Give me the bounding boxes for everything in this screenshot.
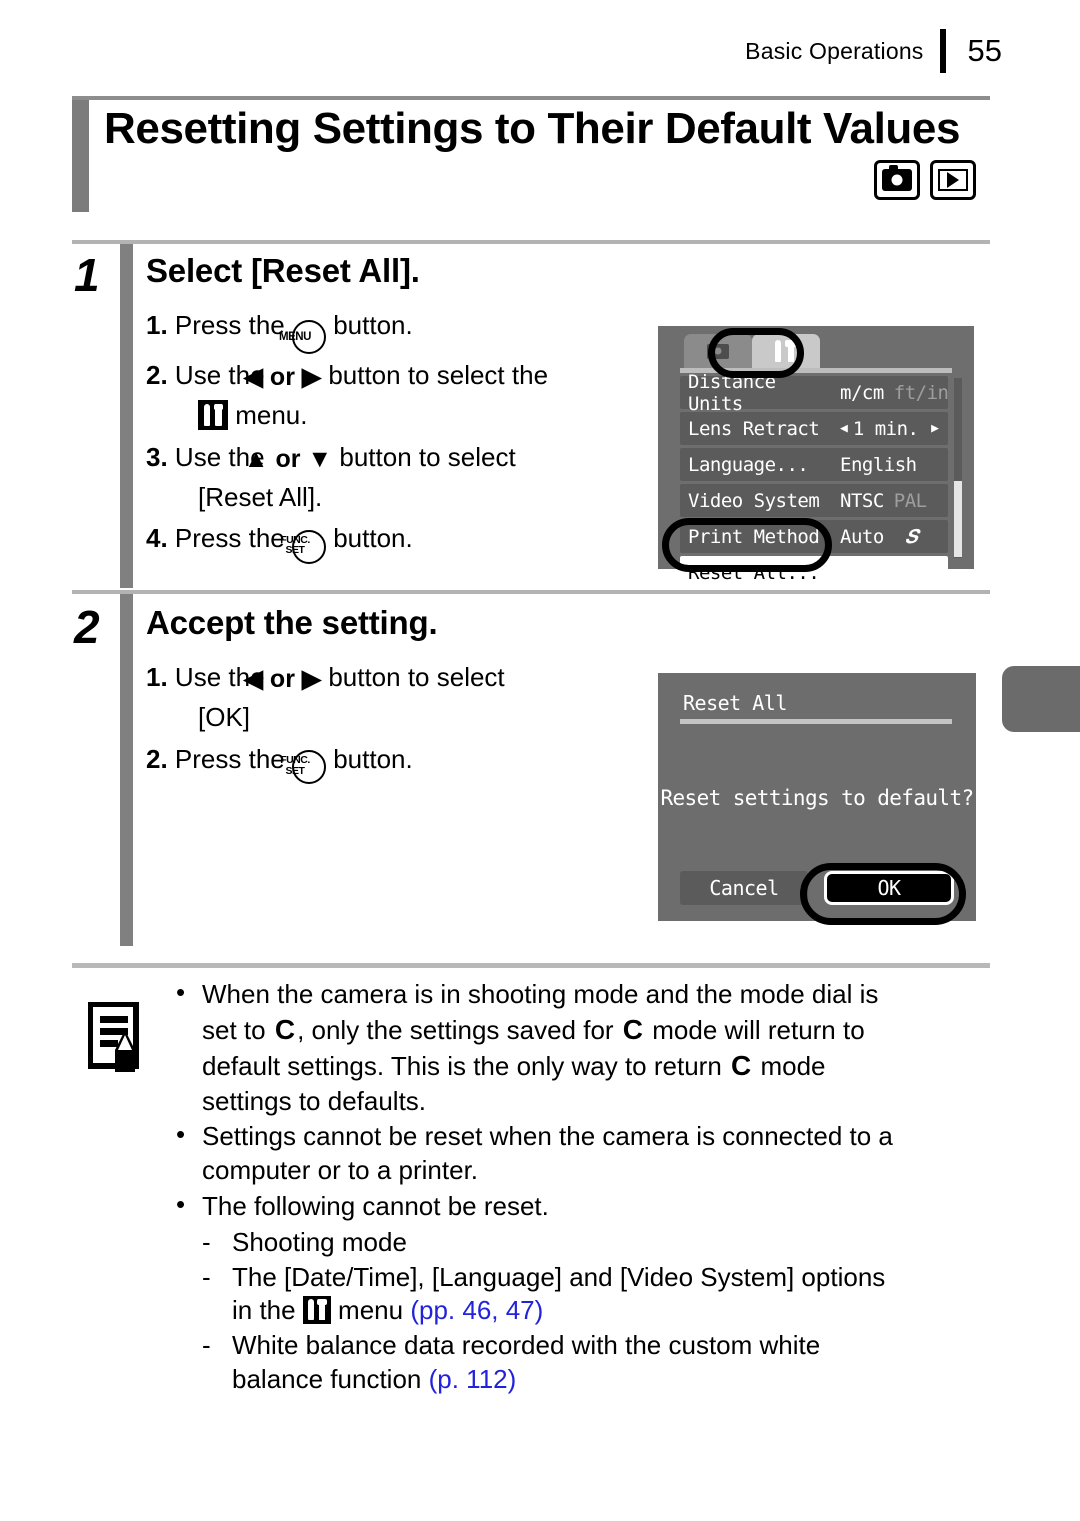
step-1-heading: Select [Reset All]. — [146, 252, 420, 289]
menu-row-list: Distance Units m/cm ft/in Lens Retract ◀… — [680, 371, 949, 593]
note-icon — [88, 1002, 139, 1072]
step-2-item-1: 1. Use the ◀ or ▶ button to select [OK] — [146, 662, 505, 732]
camera-tab-icon — [707, 343, 729, 359]
play-icon — [938, 169, 968, 191]
note-bullet-2: Settings cannot be reset when the camera… — [172, 1118, 992, 1188]
step-1-bar — [120, 244, 133, 588]
up-down-arrow-icon: ▲ or ▼ — [243, 444, 333, 473]
page-header: Basic Operations 55 — [0, 28, 1080, 74]
page-reference-link[interactable]: (p. 112) — [429, 1364, 517, 1394]
notes-top-rule — [72, 963, 990, 968]
menu-row-distance-units[interactable]: Distance Units m/cm ft/in — [680, 371, 949, 415]
func-set-button-icon: FUNC. SET — [280, 529, 326, 564]
settings-menu-icon — [302, 1296, 331, 1325]
mode-icon-group — [874, 160, 976, 200]
step-1-item-1: 1. Press the MENU button. — [146, 306, 646, 354]
menu-scrollbar-thumb[interactable] — [954, 481, 962, 557]
note-bullet-1: When the camera is in shooting mode and … — [172, 976, 992, 1118]
menu-row-reset-all[interactable]: Reset All... — [680, 556, 948, 590]
step-1-number: 1 — [74, 249, 100, 301]
camera-settings-menu-screen: Distance Units m/cm ft/in Lens Retract ◀… — [658, 326, 974, 590]
tools-tab-icon — [771, 340, 801, 362]
dialog-title: Reset All — [683, 691, 787, 715]
step-1-instructions: 1. Press the MENU button. 2. Use the ◀ o… — [146, 306, 646, 566]
header-divider — [939, 29, 946, 73]
title-side-bar — [72, 100, 89, 212]
shooting-mode-icon — [874, 160, 920, 200]
left-right-arrow-icon: ◀ or ▶ — [243, 363, 322, 391]
page-thumb-index-tab — [1002, 666, 1080, 732]
menu-button-icon: MENU — [279, 320, 326, 354]
note-bullet-3: The following cannot be reset. — [172, 1188, 992, 1224]
menu-tab-bar — [684, 334, 820, 368]
menu-row-video-system[interactable]: Video System NTSC PAL — [680, 484, 948, 517]
step-2-item-2: 2. Press the FUNC. SET button. — [146, 740, 646, 785]
menu-row-lens-retract[interactable]: Lens Retract ◀ 1 min. ▶ — [680, 412, 948, 445]
value-next-arrow-icon[interactable]: ▶ — [931, 421, 939, 436]
value-prev-arrow-icon[interactable]: ◀ — [840, 421, 848, 436]
custom-mode-icon: C — [731, 1050, 752, 1082]
settings-menu-icon — [198, 400, 228, 430]
note-sub-item-3: White balance data recorded with the cus… — [172, 1329, 992, 1397]
notes-body: When the camera is in shooting mode and … — [172, 976, 992, 1398]
dialog-button-row: Cancel OK — [680, 871, 954, 905]
cancel-button[interactable]: Cancel — [680, 871, 808, 905]
step-2-instructions: 1. Use the ◀ or ▶ button to select [OK] … — [146, 658, 646, 786]
note-sub-item-2: The [Date/Time], [Language] and [Video S… — [172, 1261, 992, 1329]
reset-all-dialog-screen: Reset All Reset settings to default? Can… — [658, 673, 976, 921]
print-method-symbol-icon: 𝑺 — [893, 525, 918, 548]
dialog-question: Reset settings to default? — [660, 786, 974, 810]
title-top-rule — [72, 96, 990, 100]
step-1-item-4: 4. Press the FUNC. SET button. — [146, 519, 646, 564]
custom-mode-icon: C — [274, 1013, 296, 1045]
step-1-item-2: 2. Use the ◀ or ▶ button to select the m… — [146, 360, 549, 430]
func-set-button-icon: FUNC. SET — [280, 750, 326, 785]
settings-tab[interactable] — [752, 334, 820, 368]
step-1-item-3: 3. Use the ▲ or ▼ button to select [Rese… — [146, 441, 516, 512]
page-number: 55 — [967, 33, 1002, 68]
step-2-top-rule — [72, 590, 990, 594]
page-title: Resetting Settings to Their Default Valu… — [104, 104, 961, 153]
page-reference-link[interactable]: (pp. 46, 47) — [410, 1295, 543, 1325]
note-sub-item-1: Shooting mode — [172, 1226, 992, 1260]
menu-row-language[interactable]: Language... English — [680, 448, 948, 481]
camera-tab[interactable] — [684, 334, 752, 368]
step-2-heading: Accept the setting. — [146, 604, 438, 641]
step-1-top-rule — [72, 240, 990, 244]
custom-mode-icon: C — [622, 1013, 644, 1045]
chapter-name: Basic Operations — [745, 37, 924, 64]
step-2-bar — [120, 594, 133, 946]
dialog-title-underline — [680, 719, 952, 724]
playback-mode-icon — [930, 160, 976, 200]
menu-row-print-method[interactable]: Print Method Auto 𝑺 — [680, 520, 948, 553]
left-right-arrow-icon: ◀ or ▶ — [243, 665, 322, 693]
camera-icon — [882, 165, 912, 191]
ok-button[interactable]: OK — [824, 871, 954, 905]
step-2-number: 2 — [74, 601, 100, 653]
